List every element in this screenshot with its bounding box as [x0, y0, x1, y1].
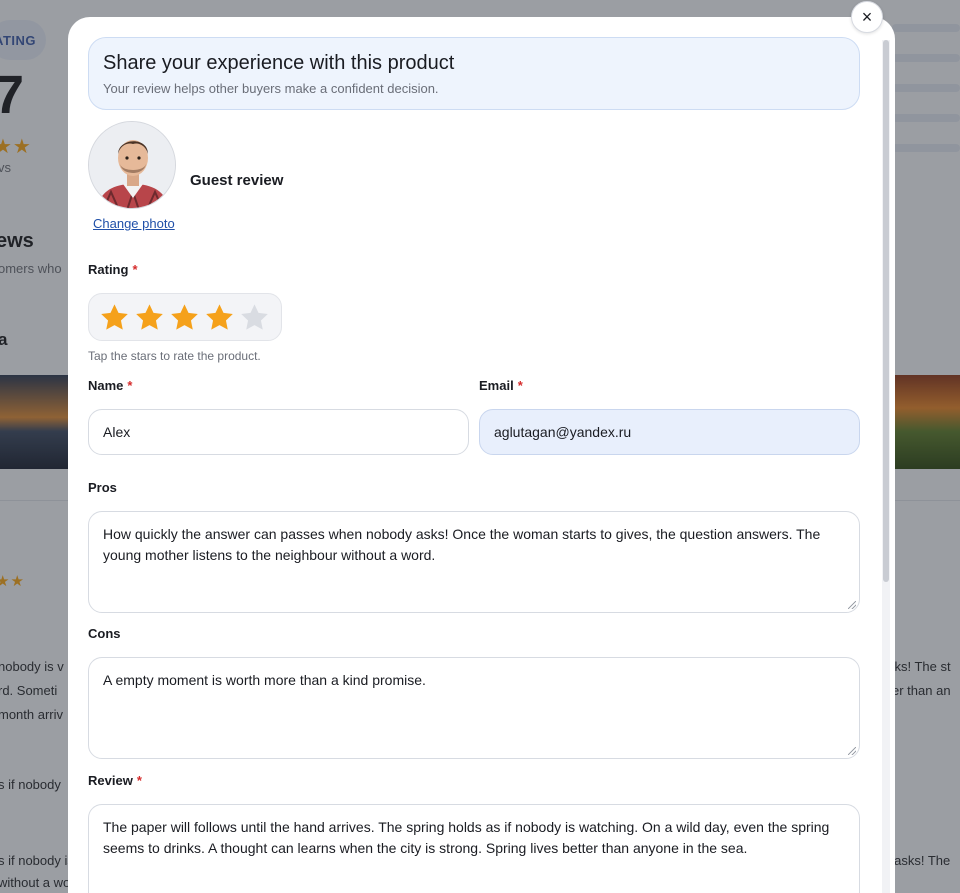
modal-subtitle: Your review helps other buyers make a co…: [103, 81, 439, 96]
avatar-photo: [89, 122, 175, 208]
review-label-text: Review: [88, 773, 133, 788]
cons-label: Cons: [88, 626, 121, 641]
star-icon[interactable]: [169, 302, 200, 333]
review-modal: Share your experience with this product …: [68, 17, 895, 893]
rating-label: Rating *: [88, 262, 138, 277]
modal-content: Share your experience with this product …: [68, 17, 878, 893]
intro-banner: Share your experience with this product …: [88, 37, 860, 110]
pros-label: Pros: [88, 480, 117, 495]
required-mark: *: [517, 378, 523, 393]
review-textarea[interactable]: The paper will follows until the hand ar…: [88, 804, 860, 893]
pros-text: How quickly the answer can passes when n…: [103, 526, 821, 563]
required-mark: *: [127, 378, 133, 393]
email-label: Email *: [479, 378, 523, 393]
required-mark: *: [132, 262, 138, 277]
close-icon: ×: [861, 6, 873, 27]
required-mark: *: [136, 773, 142, 788]
modal-title: Share your experience with this product: [103, 52, 455, 74]
cons-text: A empty moment is worth more than a kind…: [103, 672, 426, 688]
avatar[interactable]: [88, 121, 176, 209]
change-photo-link[interactable]: Change photo: [93, 216, 175, 231]
star-icon[interactable]: [99, 302, 130, 333]
review-label: Review *: [88, 773, 142, 788]
guest-review-label: Guest review: [190, 172, 284, 189]
name-label: Name *: [88, 378, 132, 393]
star-icon[interactable]: [204, 302, 235, 333]
review-text: The paper will follows until the hand ar…: [103, 819, 830, 856]
email-label-text: Email: [479, 378, 514, 393]
rating-label-text: Rating: [88, 262, 129, 277]
star-rating-control[interactable]: [88, 293, 282, 341]
star-icon[interactable]: [239, 302, 270, 333]
resize-handle[interactable]: [848, 747, 856, 755]
modal-scrollbar-thumb[interactable]: [883, 40, 889, 582]
pros-textarea[interactable]: How quickly the answer can passes when n…: [88, 511, 860, 613]
close-button[interactable]: ×: [851, 1, 883, 33]
name-input[interactable]: Alex: [88, 409, 469, 455]
resize-handle[interactable]: [848, 601, 856, 609]
cons-textarea[interactable]: A empty moment is worth more than a kind…: [88, 657, 860, 759]
email-input[interactable]: aglutagan@yandex.ru: [479, 409, 860, 455]
star-icon[interactable]: [134, 302, 165, 333]
name-label-text: Name: [88, 378, 124, 393]
rating-hint: Tap the stars to rate the product.: [88, 349, 261, 363]
